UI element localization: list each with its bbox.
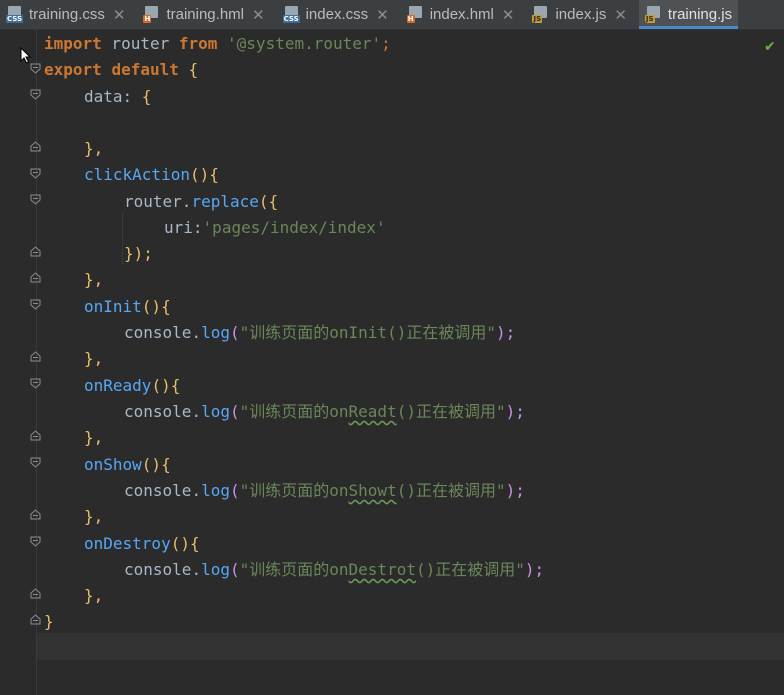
fold-end-icon[interactable] — [30, 614, 41, 625]
fold-end-icon[interactable] — [30, 141, 41, 152]
fold-toggle-icon[interactable] — [30, 378, 41, 389]
code-line-8: uri:'pages/index/index' — [164, 218, 386, 237]
code-line-10: }, — [84, 270, 104, 289]
tab-index-js[interactable]: JS index.js ✕ — [526, 0, 632, 29]
code-line-11: onInit(){ — [84, 297, 171, 316]
js-file-icon: JS — [644, 6, 662, 23]
code-line-3: data: { — [84, 87, 152, 106]
fold-end-icon[interactable] — [30, 509, 41, 520]
fold-end-icon[interactable] — [30, 246, 41, 257]
indent-guide — [122, 212, 123, 264]
code-line-1: import router from '@system.router'; — [44, 34, 391, 53]
fold-end-icon[interactable] — [30, 272, 41, 283]
code-line-16: }, — [84, 428, 104, 447]
code-line-15: console.log("训练页面的onReadt()正在被调用"); — [124, 402, 525, 421]
current-line-highlight — [37, 633, 784, 660]
code-line-23: } — [44, 612, 54, 631]
hml-file-icon: H — [143, 6, 160, 23]
code-line-5: }, — [84, 139, 104, 158]
js-file-icon: JS — [532, 6, 549, 23]
fold-end-icon[interactable] — [30, 430, 41, 441]
editor-tab-bar: CSS training.css ✕ H training.hml ✕ CSS … — [0, 0, 784, 30]
tab-label: training.js — [667, 6, 733, 23]
fold-toggle-icon[interactable] — [30, 457, 41, 468]
code-line-7: router.replace({ — [124, 192, 279, 211]
check-icon: ✔ — [764, 39, 776, 55]
code-line-21: console.log("训练页面的onDestrot()正在被调用"); — [124, 560, 545, 579]
tab-training-css[interactable]: CSS training.css ✕ — [0, 0, 131, 29]
tab-index-hml[interactable]: H index.hml ✕ — [401, 0, 521, 29]
close-icon[interactable]: ✕ — [113, 6, 126, 24]
fold-toggle-icon[interactable] — [30, 63, 41, 74]
tab-index-css[interactable]: CSS index.css ✕ — [277, 0, 395, 29]
fold-end-icon[interactable] — [30, 351, 41, 362]
close-icon[interactable]: ✕ — [502, 6, 515, 24]
tab-label: index.hml — [429, 6, 494, 23]
hml-file-icon: H — [406, 6, 424, 23]
code-line-17: onShow(){ — [84, 455, 171, 474]
fold-toggle-icon[interactable] — [30, 299, 41, 310]
code-line-13: }, — [84, 349, 104, 368]
tab-label: index.js — [555, 6, 607, 23]
code-line-19: }, — [84, 507, 104, 526]
css-file-icon: CSS — [6, 6, 24, 23]
fold-toggle-icon[interactable] — [30, 194, 41, 205]
fold-end-icon[interactable] — [30, 588, 41, 599]
code-line-2: export default { — [44, 60, 199, 79]
close-icon[interactable]: ✕ — [614, 6, 627, 24]
code-line-18: console.log("训练页面的onShowt()正在被调用"); — [124, 481, 525, 500]
fold-toggle-icon[interactable] — [30, 89, 41, 100]
code-editor[interactable]: ✔ import router from '@system.router'; e… — [0, 30, 784, 695]
fold-toggle-icon[interactable] — [30, 536, 41, 547]
tab-label: training.hml — [166, 6, 244, 23]
tab-training-js[interactable]: JS training.js — [638, 0, 739, 29]
tab-label: training.css — [29, 6, 105, 23]
code-line-12: console.log("训练页面的onInit()正在被调用"); — [124, 323, 516, 342]
tab-training-hml[interactable]: H training.hml ✕ — [137, 0, 270, 29]
code-line-9: }); — [124, 244, 153, 263]
close-icon[interactable]: ✕ — [252, 6, 265, 24]
code-line-20: onDestroy(){ — [84, 534, 200, 553]
css-file-icon: CSS — [282, 6, 300, 23]
code-line-6: clickAction(){ — [84, 165, 219, 184]
code-line-14: onReady(){ — [84, 376, 181, 395]
close-icon[interactable]: ✕ — [376, 6, 389, 24]
fold-toggle-icon[interactable] — [30, 168, 41, 179]
tab-label: index.css — [305, 6, 369, 23]
code-line-22: }, — [84, 586, 104, 605]
